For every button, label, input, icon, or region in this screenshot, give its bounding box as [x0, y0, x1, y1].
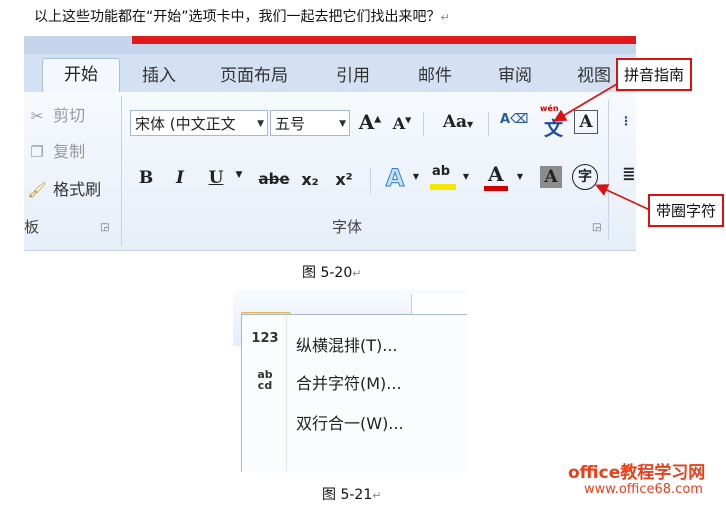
figure-caption-2: 图 5-21↵	[322, 487, 382, 503]
combine-characters-icon: ab cd	[257, 368, 273, 392]
vertical-horizontal-icon: 123	[251, 331, 279, 346]
asian-layout-dropdown: 123 纵横混排(T)... ab cd 合并字符(M)... 双行合一(W).…	[241, 314, 467, 472]
pinyin-arrow	[553, 83, 618, 122]
enclose-arrow	[595, 184, 651, 211]
menu-item-combine-characters[interactable]: ab cd 合并字符(M)...	[242, 363, 452, 397]
figure-caption-1: 图 5-20↵	[302, 265, 362, 281]
enclose-characters-callout: 带圈字符	[648, 194, 725, 227]
menu-item-vertical-horizontal[interactable]: 123 纵横混排(T)...	[242, 325, 452, 359]
pinyin-guide-callout: 拼音指南	[616, 58, 693, 91]
watermark-url: www.office68.com	[584, 482, 703, 497]
watermark-title: office教程学习网	[568, 463, 706, 483]
menu-item-two-lines-in-one[interactable]: 双行合一(W)...	[242, 403, 452, 437]
dropdown-screenshot: ✦A ▼ A↓ ↵ Aa 123 纵横混排(T)... ab cd 合并字符(M…	[233, 290, 467, 472]
